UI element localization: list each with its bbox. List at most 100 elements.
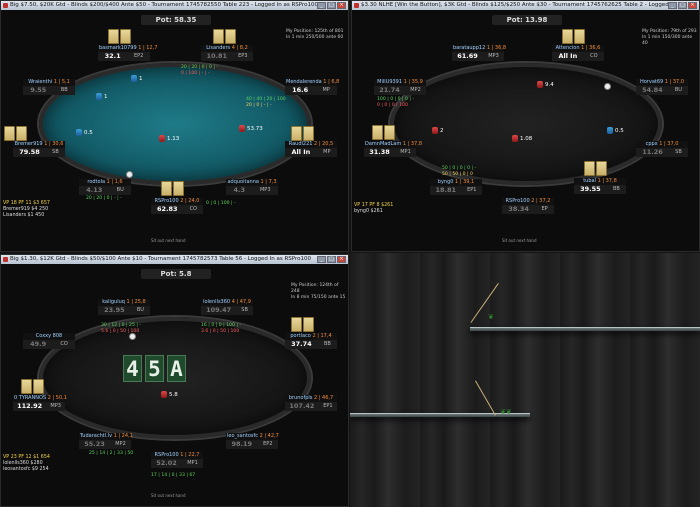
seat-7[interactable]: Tudarachtl.lv 1 | 24,1 55.23 MP2 <box>79 433 133 449</box>
bet-chip: 1.13 <box>159 135 179 142</box>
sit-out-checkbox[interactable]: Sit out next hand <box>502 238 537 243</box>
app-icon <box>354 3 359 8</box>
poker-table-felt <box>390 63 662 185</box>
hud-stats: 50 | 50 | 0 | 0 <box>442 172 473 177</box>
hud-stats: 100 | 0 | 0 | 0 | - <box>377 97 415 102</box>
my-position: My Position: 79th of 293 In 1 min 150/300… <box>642 29 697 46</box>
seat-6-hero[interactable]: RSPro100 1 | 22,7 52.02 MP1 <box>151 452 203 468</box>
seat-2[interactable]: Lisanders 4 | 8,2 10.81 EP3 <box>201 45 253 61</box>
seat-tag: 1 | 30,6 <box>42 141 64 147</box>
seat-8[interactable]: DamnMadLam 1 | 37,8 31.38 MP1 <box>364 141 422 157</box>
seat-tag: 2 | 20,5 <box>312 141 334 147</box>
seat-1[interactable]: barataupp12 1 | 36,8 61.69 MP3 <box>452 45 506 61</box>
seat-8[interactable]: 0 TYRANNOS 2 | 50,1 112.92 MP3 <box>13 395 67 411</box>
seat-3[interactable]: Mendalerenda 1 | 6,8 16.6 MP <box>285 79 339 95</box>
seat-tag: 1 | 37,0 <box>663 79 684 85</box>
bet-chip: 1 <box>131 75 143 82</box>
hole-cards <box>161 181 184 196</box>
seat-tag: 1 | 39,1 <box>453 179 475 185</box>
seat-4[interactable]: Raudl221 2 | 20,5 All In MP <box>285 141 337 157</box>
pot-display: Pot: 13.98 <box>492 15 562 25</box>
seat-4[interactable]: brunofpls 2 | 46,7 107.42 EP1 <box>285 395 337 411</box>
seat-tag: 1 | 37,8 <box>401 141 423 147</box>
seat-1[interactable]: basmark10799 1 | 12,7 32.1 EP2 <box>98 45 157 61</box>
minimize-button[interactable]: _ <box>317 2 326 9</box>
hole-cards <box>21 379 44 394</box>
maximize-button[interactable]: □ <box>327 256 336 263</box>
close-button[interactable]: × <box>337 2 346 9</box>
minimize-button[interactable]: _ <box>668 2 677 9</box>
close-button[interactable]: × <box>337 256 346 263</box>
table-window-2[interactable]: $3.30 NLHE [Win the Button], $3K Gtd - B… <box>351 0 700 252</box>
maximize-button[interactable]: □ <box>327 2 336 9</box>
seat-2[interactable]: Attencion 1 | 36,6 All In CO <box>552 45 604 61</box>
sit-out-checkbox[interactable]: Sit out next hand <box>151 238 186 243</box>
seat-5[interactable]: adquoitanna 1 | 7,3 4.3 MP3 <box>226 179 278 195</box>
hud-stats: 30 | 12 | 0 | 25 | - <box>101 323 141 328</box>
seat-tag: 1 | 25,8 <box>124 299 146 305</box>
sit-out-checkbox[interactable]: Sit out next hand <box>151 493 186 498</box>
desktop-wallpaper: ❦ ❦❦ <box>350 253 700 507</box>
bet-chip: 1.08 <box>512 135 532 142</box>
bet-chip: 0.5 <box>76 129 93 136</box>
seat-tag: 1 | 1,6 <box>105 179 123 185</box>
seat-tag: 1 | 7,3 <box>258 179 277 185</box>
seat-2[interactable]: lolenlls360 4 | 47,9 109.47 SB <box>201 299 253 315</box>
title-bar[interactable]: $3.30 NLHE [Win the Button], $3K Gtd - B… <box>352 1 699 10</box>
vine <box>475 380 496 416</box>
table-window-3[interactable]: Big $1.30, $12K Gtd - Blinds $50/$100 An… <box>0 254 349 507</box>
seat-8[interactable]: Bremer919 1 | 30,6 79.58 SB <box>13 141 65 157</box>
maximize-button[interactable]: □ <box>678 2 687 9</box>
hole-cards <box>291 317 314 332</box>
leaf-icon: ❦ <box>488 313 494 321</box>
my-position: My Position: 124th of 248 In 8 min 75/150… <box>291 283 346 300</box>
seat-3[interactable]: Horvat69 1 | 37,0 54.84 BU <box>636 79 688 95</box>
seat-tag: 2 | 24,0 <box>178 198 200 204</box>
seat-5[interactable]: leo_santosfc 2 | 42,7 98.19 EP2 <box>226 433 279 449</box>
hud-stats: 20 | 20 | 0 | 0 | - <box>181 65 219 70</box>
hole-cards <box>372 125 395 140</box>
seat-3[interactable]: portlaco 2 | 17,4 37.74 BB <box>285 333 337 349</box>
hud-stats: 50 | 0 | 0 | 0 | - <box>442 166 477 171</box>
hud-stats: 17 | 14 | 0 | 33 | 67 <box>151 473 196 478</box>
table-window-1[interactable]: Big $7.50, $20K Gtd - Blinds $200/$400 A… <box>0 0 349 252</box>
seat-9[interactable]: MillU9391 1 | 35,9 21.74 MP2 <box>374 79 426 95</box>
seat-9[interactable]: Coxxy 808 49.9 CO <box>23 333 75 349</box>
vine <box>470 283 499 323</box>
bottom-left-stats: VP 18 PF 11 $3 657 Bremer919 $4 250 Lisand… <box>3 201 50 218</box>
bet-chip: 0.5 <box>607 127 624 134</box>
app-icon <box>3 3 8 8</box>
seat-1[interactable]: kaliguluq 1 | 25,8 23.95 BU <box>98 299 150 315</box>
hud-stats: 16 | 0 | 0 | 100 | - <box>201 323 241 328</box>
hud-stats: 25 | 14 | 2 | 33 | 50 <box>89 451 134 456</box>
seat-7[interactable]: rodtola 1 | 1,6 4.13 BU <box>79 179 131 195</box>
seat-5[interactable]: tubal 1 | 37,8 39.55 BB <box>574 178 626 194</box>
hud-stats: 0 | 100 | - | - <box>181 71 210 76</box>
title-bar[interactable]: Big $7.50, $20K Gtd - Blinds $200/$400 A… <box>1 1 348 10</box>
close-button[interactable]: × <box>688 2 697 9</box>
seat-6-hero[interactable]: RSPro100 2 | 24,0 62.83 CO <box>151 198 203 214</box>
seat-4[interactable]: cppx 1 | 37,0 11.26 SB <box>636 141 688 157</box>
seat-9[interactable]: Wraienthi 1 | 5,1 9.55 BB <box>23 79 75 95</box>
minimize-button[interactable]: _ <box>317 256 326 263</box>
bet-chip: 53.73 <box>239 125 263 132</box>
seat-7[interactable]: byng0 1 | 39,1 18.81 EP1 <box>430 179 482 195</box>
hud-stats: 3.6 | 0 | 50 | 100 <box>201 329 240 334</box>
seat-tag: 1 | 35,9 <box>402 79 423 85</box>
leaf-icon: ❦❦ <box>500 408 512 416</box>
hole-cards <box>213 29 236 44</box>
hole-cards <box>291 126 314 141</box>
dealer-button <box>126 171 133 178</box>
seat-tag: 1 | 22,7 <box>178 452 200 458</box>
hud-stats: 0 | 0 | 100 | - <box>206 201 236 206</box>
board-card: A <box>167 355 186 382</box>
hole-cards <box>108 29 131 44</box>
bet-chip: 1 <box>96 93 108 100</box>
window-title: $3.30 NLHE [Win the Button], $3K Gtd - B… <box>361 2 674 8</box>
seat-tag: 1 | 37,0 <box>657 141 679 147</box>
seat-tag: 2 | 50,1 <box>46 395 67 401</box>
seat-6-hero[interactable]: RSPro100 2 | 37,2 38.34 EP <box>502 198 554 214</box>
title-bar[interactable]: Big $1.30, $12K Gtd - Blinds $50/$100 An… <box>1 255 348 264</box>
hud-stats: 40 | 40 | 20 | 100 <box>246 97 286 102</box>
board-card: 4 <box>123 355 142 382</box>
